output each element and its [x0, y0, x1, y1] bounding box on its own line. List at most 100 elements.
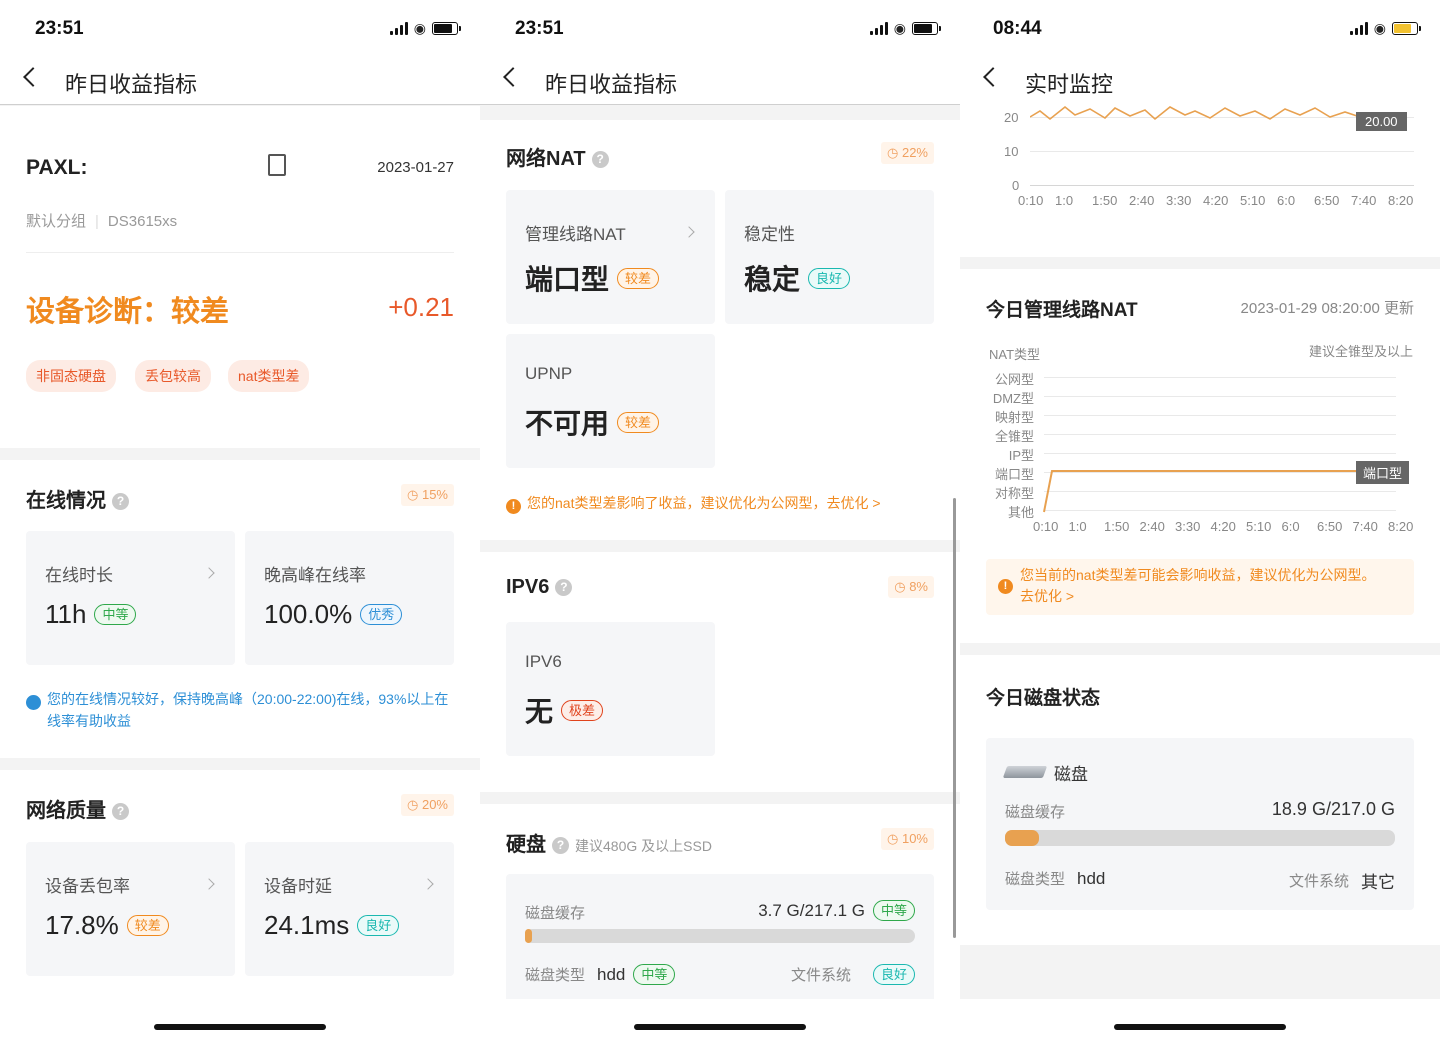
help-icon[interactable]: ? [555, 579, 573, 596]
x-tick-label: 5:10 [1246, 519, 1272, 534]
nat-tip-link[interactable]: ! 您当前的nat类型差可能会影响收益，建议优化为公网型。去优化 > [986, 559, 1414, 615]
phone-screen-1: 23:51 ◉ 昨日收益指标 PAXL: 2023-01-27 默认分组 | DS3… [0, 0, 480, 1039]
online-section: 在线情况? ◷ 15% 在线时长 11h 中等 晚高峰在线率 100.0% 优秀 !… [0, 460, 480, 758]
weight-badge: ◷ 20% [401, 794, 454, 816]
y-tick-label: 全锥型 [994, 429, 1034, 444]
wifi-icon: ◉ [1373, 20, 1386, 36]
issue-tag: nat类型差 [228, 360, 310, 392]
tile-label: 晚高峰在线率 [264, 566, 366, 585]
online-tip: ! 您的在线情况较好，保持晚高峰（20:00-22:00)在线，93%以上在线率有… [21, 691, 449, 729]
tile-value: 24.1ms [264, 910, 350, 940]
rating-badge: 中等 [633, 964, 676, 985]
x-tick-label: 2:40 [1139, 519, 1165, 534]
tip-text: 您当前的nat类型差可能会影响收益，建议优化为公网型。去优化 > [1020, 567, 1376, 604]
issue-tag: 非固态硬盘 [26, 360, 116, 392]
back-icon[interactable] [503, 67, 523, 87]
y-tick-label: 其他 [1007, 505, 1034, 520]
signal-icon [389, 22, 408, 35]
nav-bar: 昨日收益指标 [480, 56, 960, 105]
back-icon[interactable] [23, 67, 43, 87]
help-icon[interactable]: ? [112, 493, 129, 510]
y-tick-label: 0 [1012, 178, 1020, 193]
copy-icon[interactable] [268, 154, 286, 176]
upnp-tile: UPNP 不可用 较差 [506, 334, 715, 468]
phone-screen-3: 08:44 ◉ 实时监控 20 10 0 20.00 0:10 1:0 1:50 2:… [960, 0, 1440, 1039]
tile-label: 稳定性 [744, 225, 795, 244]
battery-icon [432, 22, 461, 35]
help-icon[interactable]: ? [552, 837, 569, 854]
gridline [1044, 415, 1396, 416]
home-indicator [1114, 1024, 1286, 1030]
gridline [1044, 396, 1396, 397]
y-tick-label: 端口型 [994, 467, 1034, 482]
cache-usage-bar [1005, 830, 1395, 846]
rating-badge: 良好 [357, 915, 400, 936]
section-title: IPV6 [506, 576, 550, 598]
x-tick-label: 5:10 [1240, 193, 1266, 208]
nat-line [1043, 470, 1396, 513]
chart-hint: 建议全锥型及以上 [1308, 344, 1413, 359]
disk-tile: 磁盘 磁盘缓存 18.9 G/217.0 G 磁盘类型 hdd 文件系统 其它 [986, 738, 1414, 910]
packet-loss-tile[interactable]: 设备丢包率 17.8% 较差 [26, 842, 235, 976]
y-tick-label: 公网型 [994, 372, 1034, 387]
x-tick-label: 7:40 [1351, 193, 1377, 208]
date: 2023-01-27 [377, 159, 454, 176]
online-duration-tile[interactable]: 在线时长 11h 中等 [26, 531, 235, 665]
nat-type-tile[interactable]: 管理线路NAT 端口型 较差 [506, 190, 715, 324]
device-model: DS3615xs [107, 213, 178, 230]
tile-value: 端口型 [525, 264, 610, 295]
warning-icon: ! [998, 579, 1013, 594]
peak-online-tile: 晚高峰在线率 100.0% 优秀 [245, 531, 454, 665]
weight-badge: ◷ 8% [888, 576, 934, 598]
back-icon[interactable] [983, 67, 1003, 87]
disk-today-card: 今日磁盘状态 磁盘 磁盘缓存 18.9 G/217.0 G 磁盘类型 hdd 文件… [960, 655, 1440, 945]
network-section: 网络质量? ◷ 20% 设备丢包率 17.8% 较差 设备时延 24.1ms 良好 [0, 770, 480, 1000]
rating-badge: 中等 [872, 900, 915, 921]
chevron-right-icon [203, 878, 215, 890]
disk-section: 硬盘? 建议480G 及以上SSD ◷ 10% 磁盘缓存 3.7 G/217.1 … [480, 804, 960, 1004]
nav-bar: 实时监控 [960, 56, 1440, 105]
x-tick-label: 7:40 [1352, 519, 1378, 534]
scrollbar[interactable] [953, 498, 956, 938]
section-title: 硬盘 [506, 834, 546, 856]
chart-tooltip: 20.00 [1356, 112, 1407, 131]
disk-name: 磁盘 [1054, 765, 1088, 784]
y-tick-label: 映射型 [994, 410, 1034, 425]
page-title: 昨日收益指标 [545, 72, 678, 97]
update-time: 2023-01-29 08:20:00 更新 [1240, 300, 1414, 317]
home-indicator [634, 1024, 806, 1030]
fs-label: 文件系统 [1288, 873, 1349, 890]
latency-tile[interactable]: 设备时延 24.1ms 良好 [245, 842, 454, 976]
wifi-icon: ◉ [413, 20, 426, 36]
help-icon[interactable]: ? [591, 151, 609, 168]
battery-icon [912, 22, 941, 35]
help-icon[interactable]: ? [112, 803, 129, 820]
chevron-right-icon [683, 226, 695, 238]
weight-badge: ◷ 15% [401, 484, 454, 506]
cache-value: 18.9 G/217.0 G [1271, 799, 1395, 819]
cache-usage-bar [525, 929, 915, 943]
y-tick-label: 20 [1004, 110, 1019, 125]
x-tick-label: 3:30 [1175, 519, 1201, 534]
x-tick-label: 8:20 [1388, 193, 1414, 208]
issue-tag: 丢包较高 [135, 360, 211, 392]
section-title: 在线情况 [26, 490, 106, 512]
tile-label: 管理线路NAT [525, 225, 626, 244]
chevron-right-icon [203, 567, 215, 579]
clock: 23:51 [515, 18, 564, 39]
x-tick-label: 1:50 [1104, 519, 1130, 534]
nav-bar: 昨日收益指标 [0, 56, 480, 105]
x-tick-label: 2:40 [1129, 193, 1155, 208]
warning-icon: ! [506, 499, 521, 514]
rating-badge: 优秀 [360, 604, 403, 625]
rating-badge: 较差 [617, 267, 660, 289]
x-tick-label: 8:20 [1388, 519, 1414, 534]
info-icon: ! [21, 695, 41, 710]
gridline [1044, 434, 1396, 435]
cache-label: 磁盘缓存 [1005, 804, 1066, 821]
section-title: 今日管理线路NAT [986, 300, 1138, 321]
nat-tip-link[interactable]: ! 您的nat类型差影响了收益，建议优化为公网型，去优化 > [506, 492, 934, 514]
tile-value: 不可用 [525, 408, 610, 439]
x-tick-label: 0:10 [1033, 519, 1059, 534]
x-tick-label: 1:50 [1092, 193, 1118, 208]
